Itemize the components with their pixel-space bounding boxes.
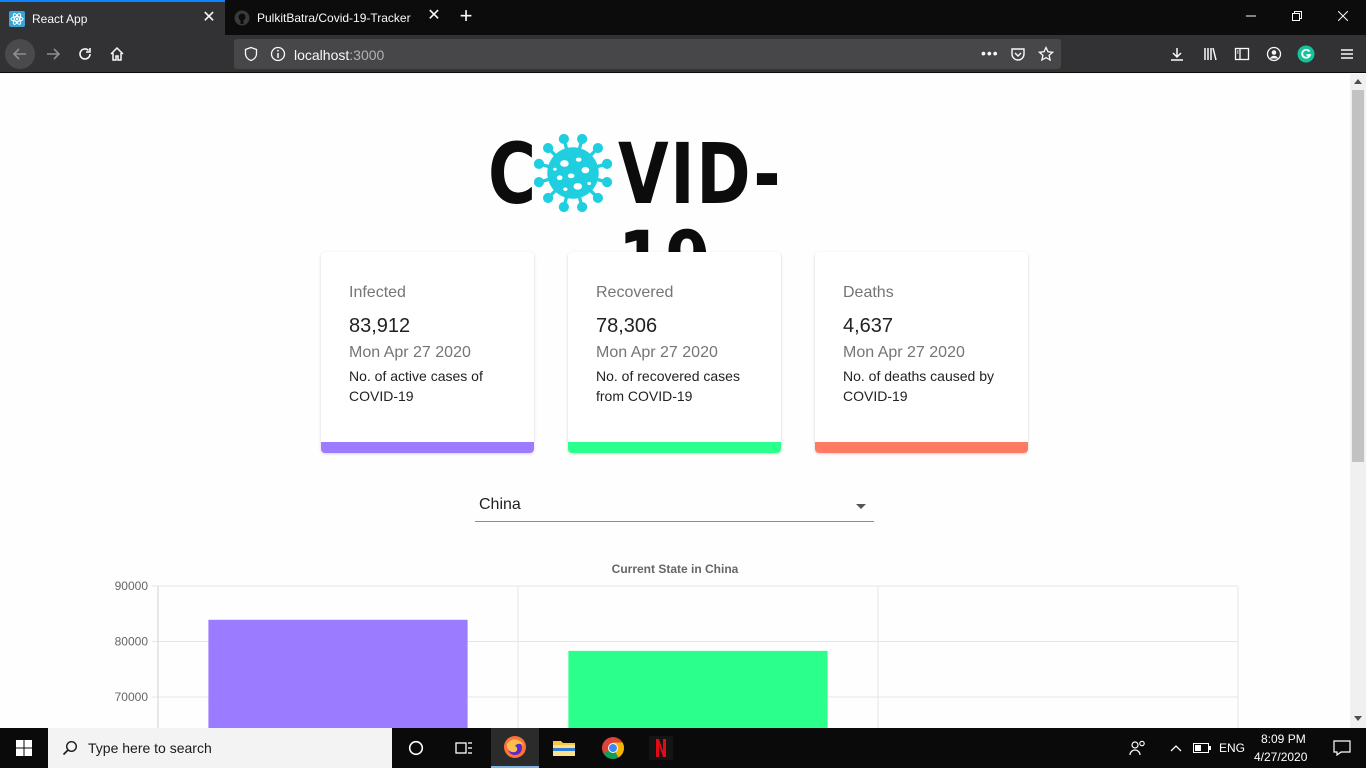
react-icon xyxy=(9,10,25,27)
library-icon[interactable] xyxy=(1195,39,1225,69)
card-value: 78,306 xyxy=(596,315,658,337)
firefox-icon[interactable] xyxy=(491,728,539,768)
dropdown-caret-icon[interactable] xyxy=(856,504,866,509)
grammarly-icon[interactable] xyxy=(1291,39,1321,69)
card-color-bar xyxy=(568,442,781,453)
close-tab-icon[interactable]: ✕ xyxy=(426,8,442,24)
scrollbar-thumb[interactable] xyxy=(1352,90,1364,462)
tab-title: React App xyxy=(32,11,88,26)
back-arrow-icon[interactable] xyxy=(5,39,35,69)
cortana-icon[interactable] xyxy=(392,728,440,768)
page-scrollbar[interactable] xyxy=(1350,74,1366,728)
download-icon[interactable] xyxy=(1162,39,1192,69)
logo-text-left: C xyxy=(488,125,538,223)
recovered-card: Recovered 78,306 Mon Apr 27 2020 No. of … xyxy=(568,252,781,453)
restore-window-icon[interactable] xyxy=(1274,0,1320,32)
page-content: C VID-19 Infected 83,912 Mon Apr 27 2020… xyxy=(0,74,1350,728)
windows-start-icon[interactable] xyxy=(0,728,48,768)
deaths-card: Deaths 4,637 Mon Apr 27 2020 No. of deat… xyxy=(815,252,1028,453)
card-label: Recovered xyxy=(596,284,674,301)
minimize-window-icon[interactable] xyxy=(1228,0,1274,32)
covid-19-logo: C VID-19 xyxy=(488,125,862,306)
bookmark-star-icon[interactable] xyxy=(1037,45,1055,67)
new-tab-plus-icon[interactable]: + xyxy=(454,5,478,29)
tab-react-app[interactable]: React App ✕ xyxy=(0,0,225,35)
card-color-bar xyxy=(815,442,1028,453)
close-tab-icon[interactable]: ✕ xyxy=(201,10,217,26)
info-icon[interactable] xyxy=(270,46,286,67)
card-date: Mon Apr 27 2020 xyxy=(843,344,965,361)
bar-recovered xyxy=(568,650,828,728)
card-date: Mon Apr 27 2020 xyxy=(596,344,718,361)
url-text[interactable]: localhost:3000 xyxy=(294,47,384,63)
shield-icon[interactable] xyxy=(243,46,259,67)
y-tick-label: 90000 xyxy=(115,579,149,593)
bar-chart: 90000 80000 70000 xyxy=(115,579,1239,728)
tray-chevron-up-icon[interactable] xyxy=(1162,728,1190,768)
battery-icon[interactable] xyxy=(1190,728,1214,768)
card-color-bar xyxy=(321,442,534,453)
card-date: Mon Apr 27 2020 xyxy=(349,344,471,361)
card-label: Infected xyxy=(349,284,406,301)
tab-bar: React App ✕ PulkitBatra/Covid-19-Tracker… xyxy=(0,0,1366,35)
language-indicator[interactable]: ENG xyxy=(1219,741,1245,755)
chrome-icon[interactable] xyxy=(589,728,637,768)
address-bar[interactable]: localhost:3000 ••• xyxy=(234,39,1061,69)
task-view-icon[interactable] xyxy=(440,728,488,768)
reload-icon[interactable] xyxy=(70,39,100,69)
account-icon[interactable] xyxy=(1259,39,1289,69)
virus-icon xyxy=(533,133,613,213)
windows-taskbar: Type here to search ENG 8:09 PM 4/27/202… xyxy=(0,728,1366,768)
y-tick-label: 80000 xyxy=(115,635,149,649)
country-select-value: China xyxy=(479,496,521,513)
page-actions-icon[interactable]: ••• xyxy=(981,45,999,61)
file-explorer-icon[interactable] xyxy=(540,728,588,768)
taskbar-search-box[interactable]: Type here to search xyxy=(48,728,392,768)
scroll-up-arrow-icon[interactable] xyxy=(1354,78,1362,84)
tab-github[interactable]: PulkitBatra/Covid-19-Tracker ✕ xyxy=(225,0,450,35)
notifications-icon[interactable] xyxy=(1318,728,1366,768)
card-description: No. of active cases of COVID-19 xyxy=(349,368,483,404)
card-description: No. of recovered cases from COVID-19 xyxy=(596,368,740,404)
netflix-icon[interactable] xyxy=(637,728,685,768)
card-value: 83,912 xyxy=(349,315,411,337)
home-icon[interactable] xyxy=(102,39,132,69)
close-window-icon[interactable] xyxy=(1320,0,1366,32)
navigation-toolbar: localhost:3000 ••• xyxy=(0,35,1366,73)
clock-time[interactable]: 8:09 PM xyxy=(1261,732,1306,746)
card-description: No. of deaths caused by COVID-19 xyxy=(843,368,994,404)
infected-card: Infected 83,912 Mon Apr 27 2020 No. of a… xyxy=(321,252,534,453)
scroll-down-arrow-icon[interactable] xyxy=(1354,716,1362,722)
menu-hamburger-icon[interactable] xyxy=(1332,39,1362,69)
tab-title: PulkitBatra/Covid-19-Tracker xyxy=(257,10,411,25)
pocket-icon[interactable] xyxy=(1010,46,1026,67)
card-label: Deaths xyxy=(843,284,894,301)
y-tick-label: 70000 xyxy=(115,690,149,704)
search-placeholder: Type here to search xyxy=(88,740,212,756)
clock-date[interactable]: 4/27/2020 xyxy=(1254,750,1307,764)
forward-arrow-icon[interactable] xyxy=(38,39,68,69)
search-icon xyxy=(62,740,78,756)
card-value: 4,637 xyxy=(843,315,894,337)
country-select[interactable]: China xyxy=(475,492,874,522)
people-icon[interactable] xyxy=(1118,728,1158,768)
sidebar-icon[interactable] xyxy=(1227,39,1257,69)
github-icon xyxy=(234,10,250,26)
bar-infected xyxy=(208,619,468,728)
